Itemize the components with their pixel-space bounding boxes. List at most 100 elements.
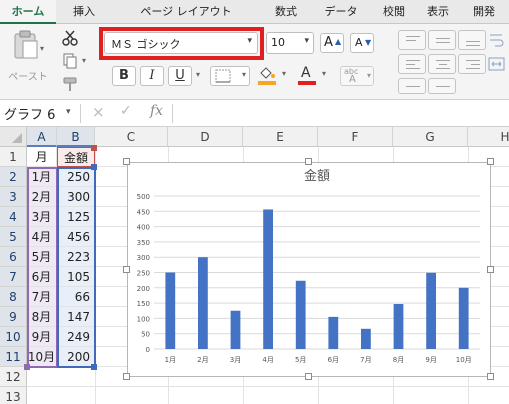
column-header-e[interactable]: E xyxy=(243,127,318,147)
resize-handle[interactable] xyxy=(487,266,494,273)
chevron-down-icon: ▾ xyxy=(66,107,71,117)
tab-review[interactable]: 校閲 xyxy=(374,0,414,24)
ribbon-home: ペースト ▾ ▾ ＭＳ ゴシック ▾ 10 ▾ A ▲ A ▼ B I U ▾ xyxy=(0,24,509,100)
row-header-2[interactable]: 2 xyxy=(0,167,27,187)
decrease-indent-button[interactable] xyxy=(398,78,426,94)
bar xyxy=(165,272,176,349)
bar xyxy=(361,328,371,349)
resize-handle[interactable] xyxy=(305,158,312,165)
range-handle[interactable] xyxy=(24,364,30,370)
column-header-c[interactable]: C xyxy=(95,127,168,147)
shrink-font-button[interactable]: A ▼ xyxy=(350,33,374,53)
resize-handle[interactable] xyxy=(123,373,130,380)
wrap-text-icon[interactable] xyxy=(488,32,506,48)
column-header-d[interactable]: D xyxy=(168,127,243,147)
range-handle[interactable] xyxy=(91,145,97,151)
paste-dropdown-icon[interactable]: ▾ xyxy=(40,44,44,53)
align-right-button[interactable] xyxy=(458,54,486,74)
row-header-6[interactable]: 6 xyxy=(0,247,27,267)
bold-button[interactable]: B xyxy=(112,66,136,86)
resize-handle[interactable] xyxy=(305,373,312,380)
fill-color-button[interactable]: ▾ xyxy=(256,66,292,86)
paste-button[interactable]: ペースト xyxy=(6,28,48,83)
phonetic-sub-label: A xyxy=(349,74,356,85)
row-header-5[interactable]: 5 xyxy=(0,227,27,247)
tab-formulas[interactable]: 数式 xyxy=(264,0,308,24)
bar xyxy=(198,257,208,349)
enter-icon[interactable]: ✓ xyxy=(120,103,132,119)
underline-button[interactable]: U xyxy=(168,66,192,86)
phonetic-button[interactable]: abc A ▾ xyxy=(340,66,374,86)
y-tick-label: 250 xyxy=(137,270,150,278)
font-color-button[interactable]: A ▾ xyxy=(296,65,332,86)
y-tick-label: 0 xyxy=(146,346,150,354)
paint-bucket-icon xyxy=(260,67,275,79)
align-top-button[interactable] xyxy=(398,30,426,50)
column-header-a[interactable]: A xyxy=(27,127,57,147)
cell-a1[interactable]: 月 xyxy=(27,147,57,167)
chart-container[interactable]: 金額 0 50 100 150 200 250 300 350 400 450 500 1月 2月 3月 4月… xyxy=(127,162,491,377)
tab-data[interactable]: データ xyxy=(312,0,370,24)
tab-developer[interactable]: 開発 xyxy=(462,0,506,24)
column-header-h[interactable]: H xyxy=(468,127,509,147)
resize-handle[interactable] xyxy=(487,158,494,165)
copy-dropdown-icon[interactable]: ▾ xyxy=(82,56,86,65)
row-header-13[interactable]: 13 xyxy=(0,387,27,404)
copy-icon[interactable] xyxy=(62,53,78,69)
align-middle-button[interactable] xyxy=(428,30,456,50)
format-painter-icon[interactable] xyxy=(62,76,78,92)
x-tick-label: 6月 xyxy=(328,356,339,364)
resize-handle[interactable] xyxy=(123,266,130,273)
cancel-icon[interactable]: × xyxy=(92,103,105,121)
row-header-11[interactable]: 11 xyxy=(0,347,27,367)
increase-indent-button[interactable] xyxy=(428,78,456,94)
align-left-button[interactable] xyxy=(398,54,426,74)
range-handle[interactable] xyxy=(91,164,97,170)
resize-handle[interactable] xyxy=(487,373,494,380)
tab-view[interactable]: 表示 xyxy=(418,0,458,24)
font-size-select[interactable]: 10 ▾ xyxy=(266,32,314,54)
column-header-b[interactable]: B xyxy=(57,127,95,147)
row-header-12[interactable]: 12 xyxy=(0,367,27,387)
row-header-8[interactable]: 8 xyxy=(0,287,27,307)
align-bottom-button[interactable] xyxy=(458,30,486,50)
resize-handle[interactable] xyxy=(123,158,130,165)
bar xyxy=(263,209,273,349)
row-header-3[interactable]: 3 xyxy=(0,187,27,207)
formula-input[interactable] xyxy=(176,103,506,123)
shrink-font-label: A xyxy=(355,36,363,49)
underline-dropdown-icon[interactable]: ▾ xyxy=(196,70,200,79)
column-header-f[interactable]: F xyxy=(318,127,393,147)
row-header-10[interactable]: 10 xyxy=(0,327,27,347)
name-box-value: グラフ 6 xyxy=(4,108,56,123)
range-handle[interactable] xyxy=(91,364,97,370)
row-header-7[interactable]: 7 xyxy=(0,267,27,287)
name-box[interactable]: グラフ 6 ▾ xyxy=(0,103,78,123)
y-tick-label: 400 xyxy=(137,224,150,232)
font-name-highlight xyxy=(99,27,264,60)
y-tick-label: 150 xyxy=(137,300,150,308)
x-tick-label: 10月 xyxy=(456,356,472,364)
divider xyxy=(172,104,173,123)
font-size-value: 10 xyxy=(271,36,285,49)
row-header-1[interactable]: 1 xyxy=(0,147,27,167)
y-tick-label: 100 xyxy=(137,315,150,323)
tab-home[interactable]: ホーム xyxy=(0,0,56,24)
grow-font-button[interactable]: A ▲ xyxy=(320,33,344,53)
tab-insert[interactable]: 挿入 xyxy=(60,0,108,24)
row-header-4[interactable]: 4 xyxy=(0,207,27,227)
x-tick-label: 2月 xyxy=(197,356,208,364)
column-header-g[interactable]: G xyxy=(393,127,468,147)
scissors-icon[interactable] xyxy=(62,30,78,46)
row-header-9[interactable]: 9 xyxy=(0,307,27,327)
cell-b1[interactable]: 金額 xyxy=(57,147,95,167)
merge-cells-icon[interactable] xyxy=(488,56,506,72)
select-all-corner[interactable] xyxy=(0,127,27,147)
tab-page-layout[interactable]: ページ レイアウト xyxy=(112,0,260,24)
borders-button[interactable]: ▾ xyxy=(210,66,250,86)
worksheet: A B C D E F G H 1 2 3 4 5 6 7 8 9 10 11 … xyxy=(0,127,509,404)
fx-icon[interactable]: fx xyxy=(150,103,163,119)
bar xyxy=(426,272,436,349)
align-center-button[interactable] xyxy=(428,54,456,74)
italic-button[interactable]: I xyxy=(140,66,164,86)
